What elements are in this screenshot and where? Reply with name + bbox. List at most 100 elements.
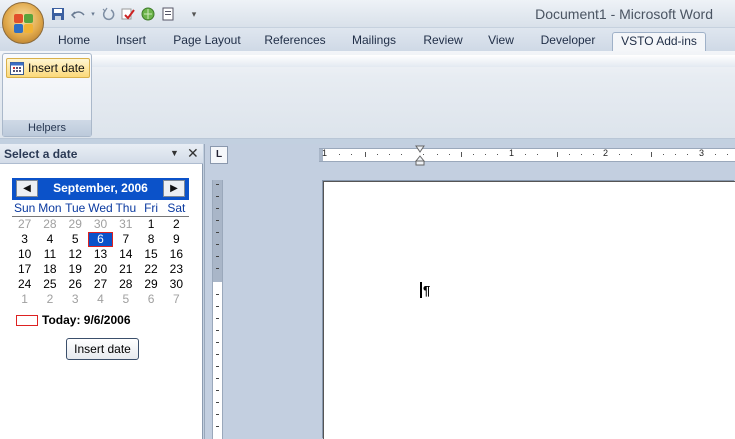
calendar-day[interactable]: 26 (63, 277, 88, 292)
calendar-day[interactable]: 20 (88, 262, 113, 277)
calendar-day[interactable]: 29 (138, 277, 163, 292)
calendar-day[interactable]: 30 (164, 277, 189, 292)
undo-icon[interactable] (70, 6, 86, 22)
tab-mailings[interactable]: Mailings (344, 32, 404, 51)
quick-access-toolbar: ▾ ▾ (50, 5, 202, 23)
tab-review[interactable]: Review (418, 32, 468, 51)
calendar-day[interactable]: 4 (88, 292, 113, 307)
calendar-day[interactable]: 8 (138, 232, 163, 247)
ruler-tick (216, 354, 219, 355)
insert-date-ribbon-button[interactable]: Insert date (6, 58, 90, 78)
office-logo-icon (14, 14, 34, 34)
ruler-tick (216, 426, 219, 427)
tab-developer[interactable]: Developer (534, 32, 602, 51)
calendar-day[interactable]: 1 (12, 292, 37, 307)
office-button[interactable] (2, 2, 44, 44)
ruler-tick (216, 330, 219, 331)
tab-insert[interactable]: Insert (108, 32, 154, 51)
tab-selector-button[interactable]: L (210, 146, 228, 164)
today-link[interactable]: Today: 9/6/2006 (16, 313, 131, 327)
weekday-header: Sun Mon Tue Wed Thu Fri Sat (12, 202, 189, 217)
ruler-dot (619, 154, 620, 155)
undo-dropdown-icon[interactable]: ▾ (90, 6, 96, 22)
vertical-ruler[interactable] (212, 180, 223, 439)
calendar-day[interactable]: 22 (138, 262, 163, 277)
calendar-day[interactable]: 3 (12, 232, 37, 247)
weekday-label: Wed (88, 201, 113, 215)
ruler-tick (216, 342, 219, 343)
calendar-day[interactable]: 28 (37, 217, 62, 232)
calendar-day[interactable]: 4 (37, 232, 62, 247)
indent-marker-icon[interactable] (414, 144, 426, 166)
calendar-day[interactable]: 5 (63, 232, 88, 247)
tab-home[interactable]: Home (52, 32, 96, 51)
ruler-dot (715, 154, 716, 155)
customize-qat-icon[interactable]: ▾ (186, 6, 202, 22)
redo-icon[interactable] (100, 6, 116, 22)
ruler-tick (216, 196, 219, 197)
calendar-day[interactable]: 27 (12, 217, 37, 232)
ruler-tick (216, 220, 219, 221)
insert-date-button[interactable]: Insert date (66, 338, 139, 360)
calendar-day[interactable]: 14 (113, 247, 138, 262)
calendar-day[interactable]: 1 (138, 217, 163, 232)
task-pane-close-icon[interactable]: ✕ (187, 145, 199, 162)
calendar-day[interactable]: 23 (164, 262, 189, 277)
calendar-day[interactable]: 25 (37, 277, 62, 292)
today-label: Today: 9/6/2006 (42, 313, 131, 327)
pane-splitter[interactable] (204, 144, 205, 439)
ruler-dot (401, 154, 402, 155)
calendar-day[interactable]: 2 (164, 217, 189, 232)
calendar-day[interactable]: 28 (113, 277, 138, 292)
ruler-dot (727, 154, 728, 155)
calendar-day[interactable]: 17 (12, 262, 37, 277)
task-pane-menu-icon[interactable]: ▼ (170, 148, 179, 158)
calendar-day[interactable]: 21 (113, 262, 138, 277)
ruler-tick (216, 184, 219, 185)
web-icon[interactable] (140, 6, 156, 22)
calendar-day[interactable]: 13 (88, 247, 113, 262)
calendar-day[interactable]: 16 (164, 247, 189, 262)
calendar-day[interactable]: 11 (37, 247, 62, 262)
ruler-number: 3 (699, 148, 705, 158)
print-preview-icon[interactable] (160, 6, 176, 22)
spelling-icon[interactable] (120, 6, 136, 22)
calendar-day[interactable]: 15 (138, 247, 163, 262)
calendar-day[interactable]: 19 (63, 262, 88, 277)
calendar-day[interactable]: 9 (164, 232, 189, 247)
tab-vsto-add-ins[interactable]: VSTO Add-ins (612, 32, 706, 51)
calendar-day[interactable]: 31 (113, 217, 138, 232)
calendar-day[interactable]: 30 (88, 217, 113, 232)
calendar-day[interactable]: 12 (63, 247, 88, 262)
ruler-dot (449, 154, 450, 155)
document-page[interactable]: ¶ (323, 181, 735, 439)
calendar-day[interactable]: 7 (164, 292, 189, 307)
calendar-day[interactable]: 6 (138, 292, 163, 307)
calendar-day[interactable]: 24 (12, 277, 37, 292)
ruler-dot (377, 154, 378, 155)
tab-page-layout[interactable]: Page Layout (168, 32, 246, 51)
text-cursor (420, 282, 422, 298)
calendar-days: 27 28 29 30 31 1 2 3 4 5 6 7 8 9 10 11 1… (12, 217, 189, 307)
calendar-day[interactable]: 3 (63, 292, 88, 307)
horizontal-ruler[interactable]: 1 1 2 3 (319, 148, 735, 162)
calendar-day[interactable]: 7 (113, 232, 138, 247)
ribbon-tabs: Home Insert Page Layout References Maili… (0, 28, 735, 51)
calendar-day[interactable]: 10 (12, 247, 37, 262)
ruler-dot (389, 154, 390, 155)
ruler-tick (365, 152, 366, 157)
tab-view[interactable]: View (480, 32, 522, 51)
calendar-day[interactable]: 2 (37, 292, 62, 307)
calendar-day[interactable]: 18 (37, 262, 62, 277)
calendar-day[interactable]: 5 (113, 292, 138, 307)
ruler-dot (663, 154, 664, 155)
calendar-day-selected[interactable]: 6 (87, 232, 114, 247)
tab-references[interactable]: References (260, 32, 330, 51)
calendar-day[interactable]: 27 (88, 277, 113, 292)
weekday-label: Tue (65, 201, 86, 215)
save-icon[interactable] (50, 6, 66, 22)
calendar-day[interactable]: 29 (63, 217, 88, 232)
ruler-tick (216, 366, 219, 367)
next-month-button[interactable]: ▶ (163, 180, 185, 197)
ruler-dot (473, 154, 474, 155)
